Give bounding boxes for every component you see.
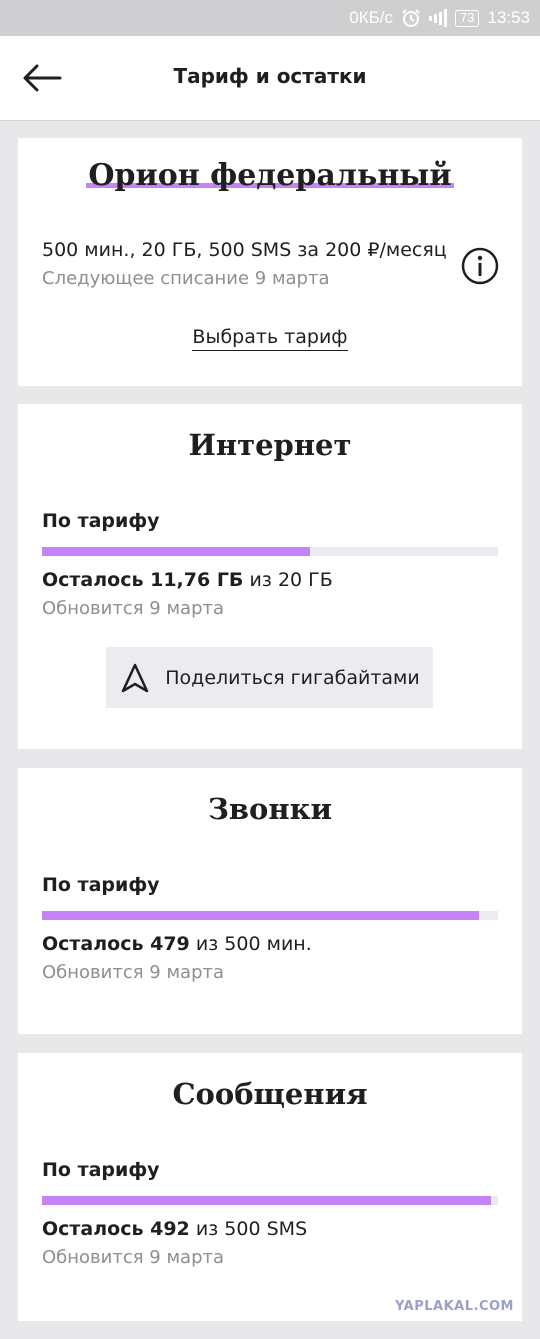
- internet-progress-bar: [42, 547, 498, 556]
- internet-remaining: Осталось 11,76 ГБ из 20 ГБ: [42, 569, 333, 591]
- plan-summary: 500 мин., 20 ГБ, 500 SMS за 200 ₽/месяц: [42, 239, 447, 261]
- sms-card: Сообщения По тарифу Осталось 492 из 500 …: [18, 1053, 522, 1321]
- sms-remaining-amount: Осталось 492: [42, 1218, 190, 1240]
- plan-name: Орион федеральный: [86, 158, 454, 193]
- sms-tariff-label: По тарифу: [42, 1159, 160, 1181]
- calls-tariff-label: По тарифу: [42, 874, 160, 896]
- navigation-arrow-icon: [119, 662, 151, 694]
- internet-remaining-amount: Осталось 11,76 ГБ: [42, 569, 244, 591]
- app-bar: Тариф и остатки: [0, 36, 540, 121]
- info-icon: [461, 247, 499, 285]
- calls-card: Звонки По тарифу Осталось 479 из 500 мин…: [18, 768, 522, 1034]
- plan-card: Орион федеральный 500 мин., 20 ГБ, 500 S…: [18, 138, 522, 386]
- calls-progress-fill: [42, 911, 479, 920]
- sms-remaining-total: из 500 SMS: [189, 1218, 308, 1240]
- sms-renew-date: Обновится 9 марта: [42, 1247, 225, 1268]
- alarm-icon: [401, 8, 421, 28]
- internet-card: Интернет По тарифу Осталось 11,76 ГБ из …: [18, 404, 522, 749]
- calls-title: Звонки: [207, 792, 333, 826]
- calls-remaining: Осталось 479 из 500 мин.: [42, 933, 312, 955]
- status-bar: 0КБ/с 73 13:53: [0, 0, 540, 36]
- choose-tariff-link[interactable]: Выбрать тариф: [192, 326, 348, 351]
- share-gigabytes-button[interactable]: Поделиться гигабайтами: [106, 647, 433, 708]
- clock: 13:53: [487, 8, 530, 27]
- calls-renew-date: Обновится 9 марта: [42, 962, 225, 983]
- internet-title: Интернет: [188, 428, 352, 462]
- next-charge-date: Следующее списание 9 марта: [42, 268, 330, 289]
- network-speed: 0КБ/с: [349, 8, 393, 27]
- sms-progress-fill: [42, 1196, 491, 1205]
- calls-remaining-amount: Осталось 479: [42, 933, 190, 955]
- info-button[interactable]: [460, 246, 500, 286]
- sms-progress-bar: [42, 1196, 498, 1205]
- sms-remaining: Осталось 492 из 500 SMS: [42, 1218, 307, 1240]
- signal-icon: [428, 9, 447, 27]
- page-title: Тариф и остатки: [173, 64, 367, 88]
- share-gigabytes-label: Поделиться гигабайтами: [165, 666, 420, 689]
- internet-renew-date: Обновится 9 марта: [42, 598, 225, 619]
- internet-tariff-label: По тарифу: [42, 510, 160, 532]
- calls-progress-bar: [42, 911, 498, 920]
- watermark: YAPLAKAL.COM: [395, 1299, 514, 1314]
- sms-title: Сообщения: [172, 1077, 368, 1111]
- battery-icon: 73: [454, 9, 480, 27]
- internet-progress-fill: [42, 547, 311, 556]
- internet-remaining-total: из 20 ГБ: [243, 569, 333, 591]
- calls-remaining-total: из 500 мин.: [189, 933, 312, 955]
